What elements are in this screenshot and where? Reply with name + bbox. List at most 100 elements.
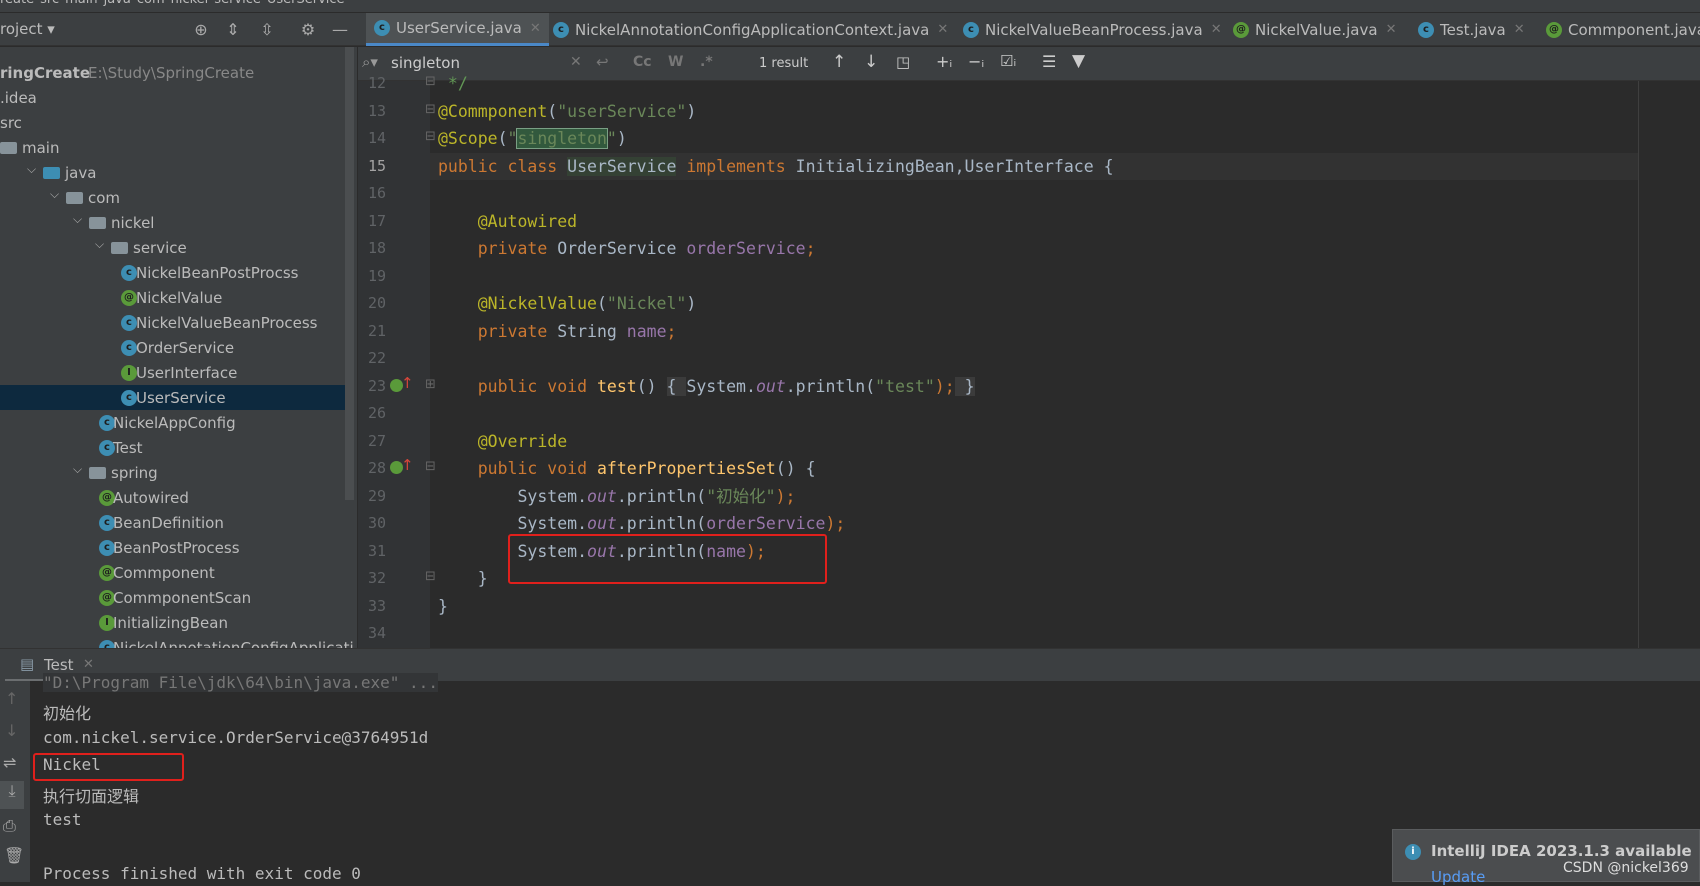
tree-item[interactable]: c NickelAppConfig <box>0 410 345 435</box>
print-icon[interactable]: ⎙ <box>3 816 16 836</box>
close-tab-icon[interactable]: ✕ <box>530 21 541 36</box>
fold-marker-icon[interactable]: ⊟ <box>425 74 436 89</box>
code-line[interactable]: */ <box>438 70 468 97</box>
down-arrow-icon[interactable]: ↓ <box>5 721 18 740</box>
code-line[interactable]: System.out.println(name); <box>438 538 765 565</box>
tree-item[interactable]: c Test <box>0 435 345 460</box>
project-view-dropdown[interactable]: roject ▾ <box>0 20 55 38</box>
code-line[interactable]: System.out.println(orderService); <box>438 510 845 537</box>
tree-item[interactable]: c BeanPostProcess <box>0 535 345 560</box>
code-line[interactable]: @NickelValue("Nickel") <box>438 290 697 317</box>
filter-icon[interactable]: ▼ <box>1072 51 1085 71</box>
tree-item[interactable]: src <box>0 110 345 135</box>
run-tab-test[interactable]: Test <box>44 656 74 674</box>
breadcrumb-item[interactable]: reate <box>0 0 34 7</box>
console-line[interactable]: 执行切面逻辑 <box>43 783 139 807</box>
tree-item[interactable]: I InitializingBean <box>0 610 345 635</box>
locate-icon[interactable]: ⊕ <box>191 20 211 39</box>
next-occurrence-icon[interactable]: ↓ <box>864 52 878 72</box>
console-line[interactable]: test <box>43 810 82 829</box>
tree-item[interactable]: c OrderService <box>0 335 345 360</box>
remove-selection-icon[interactable]: −ᵢ <box>968 52 984 71</box>
regex-toggle[interactable]: .* <box>700 54 713 70</box>
tab-commponent-java[interactable]: @ Commponent.java <box>1538 13 1700 46</box>
tree-item[interactable]: c NickelBeanPostProcss <box>0 260 345 285</box>
fold-marker-icon[interactable]: ⊞ <box>425 377 436 392</box>
tree-item[interactable]: @ Autowired <box>0 485 345 510</box>
whole-words-toggle[interactable]: W <box>668 54 683 70</box>
console-line[interactable]: Process finished with exit code 0 <box>43 864 361 883</box>
expand-all-icon[interactable]: ⇕ <box>223 20 243 39</box>
console-line[interactable]: Nickel <box>43 755 101 774</box>
chevron-down-icon[interactable]: ⌵ <box>95 237 104 252</box>
trash-icon[interactable]: 🗑 <box>4 846 24 865</box>
fold-marker-icon[interactable]: ⊟ <box>425 129 436 144</box>
code-line[interactable]: @Override <box>438 428 567 455</box>
fold-marker-icon[interactable]: ⊟ <box>425 102 436 117</box>
tree-item[interactable]: ⌵ com <box>0 185 345 210</box>
code-line[interactable]: private String name; <box>438 318 677 345</box>
project-scrollbar[interactable] <box>345 47 354 500</box>
breadcrumb-item[interactable]: nickel <box>171 0 209 7</box>
tab-test-java[interactable]: c Test.java ✕ <box>1410 13 1533 46</box>
code-line[interactable]: private OrderService orderService; <box>438 235 816 262</box>
scroll-to-end-icon[interactable]: ⤓ <box>0 781 24 809</box>
hide-icon[interactable]: — <box>330 20 350 39</box>
chevron-down-icon[interactable]: ⌵ <box>27 162 36 177</box>
select-all-occurrences-icon[interactable]: ☑ᵢ <box>1000 52 1016 70</box>
tree-item[interactable]: @ Commponent <box>0 560 345 585</box>
code-line[interactable]: System.out.println("初始化"); <box>438 483 795 510</box>
close-tab-icon[interactable]: ✕ <box>937 22 948 37</box>
tree-item[interactable]: ⌵ java <box>0 160 345 185</box>
console-line[interactable]: com.nickel.service.OrderService@3764951d <box>43 728 428 747</box>
code-line[interactable]: @Scope("singleton") <box>438 125 627 152</box>
tree-item[interactable]: c UserService <box>0 385 345 410</box>
console-line[interactable]: "D:\Program File\jdk\64\bin\java.exe" ..… <box>43 673 438 692</box>
tree-item[interactable]: ⌵ service <box>0 235 345 260</box>
tree-item[interactable]: c NickelValueBeanProcess <box>0 310 345 335</box>
match-case-toggle[interactable]: Cc <box>633 54 652 70</box>
breadcrumb-item[interactable]: main <box>65 0 97 7</box>
breadcrumb-item[interactable]: java <box>104 0 131 7</box>
console-line[interactable]: 初始化 <box>43 700 91 724</box>
tab-userservice-java[interactable]: c UserService.java ✕ <box>366 13 549 46</box>
code-line[interactable]: public class UserService implements Init… <box>438 153 1114 180</box>
new-line-icon[interactable]: ↩ <box>596 53 609 71</box>
close-tab-icon[interactable]: ✕ <box>1514 22 1525 37</box>
code-line[interactable]: } <box>438 565 488 592</box>
fold-marker-icon[interactable]: ⊟ <box>425 459 436 474</box>
tree-item[interactable]: @ NickelValue <box>0 285 345 310</box>
breadcrumb-item[interactable]: UserService <box>267 0 345 7</box>
tree-item[interactable]: c NickelAnnotationConfigApplicati <box>0 635 354 648</box>
breadcrumb-item[interactable]: src <box>40 0 59 7</box>
tab-nickelvaluebeanprocess-java[interactable]: c NickelValueBeanProcess.java ✕ <box>955 13 1230 46</box>
previous-occurrence-icon[interactable]: ↑ <box>832 52 846 72</box>
tree-item[interactable]: main <box>0 135 345 160</box>
close-tab-icon[interactable]: ✕ <box>1386 22 1397 37</box>
in-selection-icon[interactable]: ☰ <box>1042 52 1056 71</box>
tree-item[interactable]: .idea <box>0 85 345 110</box>
tree-item[interactable]: c BeanDefinition <box>0 510 345 535</box>
tree-item[interactable]: I UserInterface <box>0 360 345 385</box>
code-line[interactable]: } <box>438 593 448 620</box>
tree-item[interactable]: ⌵ spring <box>0 460 345 485</box>
chevron-down-icon[interactable]: ⌵ <box>73 462 82 477</box>
close-tab-icon[interactable]: ✕ <box>83 657 94 672</box>
gear-icon[interactable]: ⚙ <box>298 20 318 39</box>
tab-nickelvalue-java[interactable]: @ NickelValue.java ✕ <box>1225 13 1404 46</box>
code-line[interactable]: public void test() { System.out.println(… <box>438 373 975 400</box>
breadcrumb-item[interactable]: com <box>137 0 165 7</box>
code-line[interactable]: @Autowired <box>438 208 577 235</box>
tree-item[interactable]: @ CommponentScan <box>0 585 345 610</box>
soft-wrap-icon[interactable]: ⇌ <box>3 753 16 772</box>
chevron-down-icon[interactable]: ⌵ <box>73 212 82 227</box>
tree-item[interactable]: ⌵ nickel <box>0 210 345 235</box>
filter-search-results-icon[interactable]: ◳ <box>896 53 910 71</box>
up-arrow-icon[interactable]: ↑ <box>5 689 18 708</box>
close-tab-icon[interactable]: ✕ <box>1211 22 1222 37</box>
update-link[interactable]: Update <box>1431 868 1485 886</box>
tree-root[interactable]: ringCreate E:\Study\SpringCreate <box>0 60 345 85</box>
breadcrumb-item[interactable]: service <box>214 0 261 7</box>
chevron-down-icon[interactable]: ⌵ <box>50 187 59 202</box>
code-line[interactable]: public void afterPropertiesSet() { <box>438 455 816 482</box>
